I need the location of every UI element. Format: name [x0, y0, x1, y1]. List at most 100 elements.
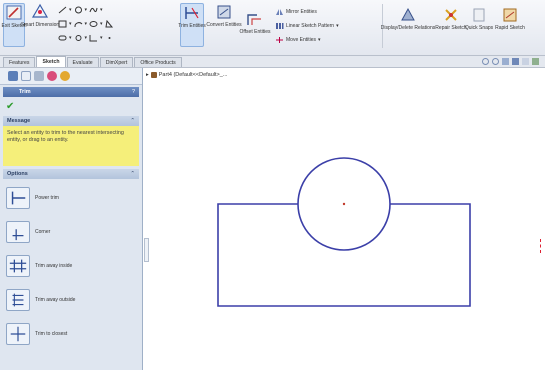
tab-evaluate[interactable]: Evaluate: [66, 57, 99, 67]
sketch-geometry[interactable]: [144, 68, 545, 370]
move-entities-tool[interactable]: Move Entities ▾: [275, 36, 321, 44]
slot-icon: [58, 35, 67, 41]
display-style-icon[interactable]: [532, 58, 539, 65]
mirror-icon: [276, 9, 283, 15]
linear-sketch-pattern-tool[interactable]: Linear Sketch Pattern ▾: [275, 22, 339, 30]
trim-away-inside-label: Trim away inside: [35, 263, 73, 269]
command-manager-tabs: Features Sketch Evaluate DimXpert Office…: [0, 56, 545, 68]
spline-icon: [89, 7, 98, 13]
feature-manager-icon[interactable]: [8, 71, 18, 81]
property-manager-icon[interactable]: [21, 71, 31, 81]
arc-icon: [74, 22, 82, 28]
rectangle-icon: [58, 20, 67, 28]
smart-dimension-icon: [31, 3, 49, 18]
tab-features[interactable]: Features: [3, 57, 36, 67]
zoom-to-fit-icon[interactable]: [482, 58, 489, 65]
option-trim-away-outside[interactable]: Trim away outside: [6, 289, 75, 311]
rapid-sketch-label: Rapid Sketch: [495, 25, 525, 31]
origin-marker: [540, 239, 543, 253]
fillet-icon: [89, 35, 98, 42]
move-icon: [276, 37, 283, 43]
display-delete-relations-label: Display/Delete Relations: [380, 25, 436, 31]
move-entities-label: Move Entities: [286, 37, 317, 43]
option-trim-away-inside[interactable]: Trim away inside: [6, 255, 72, 277]
polygon-icon: [75, 35, 82, 41]
previous-view-icon[interactable]: [502, 58, 509, 65]
repair-sketch-label: Repair Sketch: [435, 25, 467, 31]
rectangle-tool[interactable]: ▾ ▾ ▾: [58, 20, 114, 28]
view-orientation-icon[interactable]: [522, 58, 529, 65]
ellipse-icon: [89, 21, 98, 27]
option-trim-to-closest[interactable]: Trim to closest: [6, 323, 67, 345]
corner-label: Corner: [35, 229, 51, 235]
options-group-header[interactable]: Options ⌃: [3, 169, 139, 179]
message-group-header[interactable]: Message ⌃: [3, 116, 139, 126]
trim-outside-icon: [6, 289, 30, 311]
relations-icon: [401, 7, 415, 21]
zoom-to-area-icon[interactable]: [492, 58, 499, 65]
quick-snaps-icon: [473, 8, 485, 22]
command-manager-ribbon: Exit Sketch Smart Dimension ▾ ▾ ▾ ▾ ▾ ▾ ▾ ▾ ▾ …: [0, 0, 545, 56]
offset-entities-button[interactable]: Offset Entities: [239, 10, 271, 48]
message-header-label: Message: [7, 118, 31, 124]
trim-inside-icon: [6, 255, 30, 277]
heads-up-view-toolbar: [482, 58, 539, 65]
smart-dimension-button[interactable]: Smart Dimension: [21, 3, 59, 47]
point-icon: [108, 37, 111, 39]
section-view-icon[interactable]: [512, 58, 519, 65]
corner-trim-icon: [6, 221, 30, 243]
property-manager-title-bar: Trim ?: [3, 87, 139, 97]
quick-snaps-label: Quick Snaps: [464, 25, 494, 31]
dimxpert-manager-icon[interactable]: [47, 71, 57, 81]
chevron-up-icon: ⌃: [130, 171, 135, 177]
text-tool-icon: [104, 20, 113, 28]
option-power-trim[interactable]: Power trim: [6, 187, 59, 209]
power-trim-icon: [6, 187, 30, 209]
graphics-area[interactable]: ▸ Part4 (Default<<Default>_...: [144, 68, 545, 370]
smart-dimension-label: Smart Dimension: [20, 22, 60, 28]
quick-snaps-button[interactable]: Quick Snaps: [464, 6, 494, 48]
options-group: Power trim Corner Trim away inside Trim …: [3, 179, 139, 355]
ok-check-icon[interactable]: ✔: [6, 101, 14, 112]
configuration-manager-icon[interactable]: [34, 71, 44, 81]
linear-pattern-icon: [276, 23, 284, 29]
tab-sketch[interactable]: Sketch: [36, 56, 66, 67]
rectangle-profile[interactable]: [217, 203, 471, 307]
page-title: Trim: [19, 89, 31, 95]
line-icon: [58, 6, 67, 14]
repair-sketch-icon: [445, 9, 457, 21]
trim-closest-icon: [6, 323, 30, 345]
options-header-label: Options: [7, 171, 28, 177]
property-manager-panel: Trim ? ✔ Message ⌃ Select an entity to t…: [0, 68, 143, 370]
convert-entities-button[interactable]: Convert Entities: [206, 3, 242, 47]
manager-tabs: [0, 68, 142, 85]
display-manager-icon[interactable]: [60, 71, 70, 81]
display-delete-relations-button[interactable]: Display/Delete Relations: [381, 6, 435, 48]
slot-tool[interactable]: ▾ ▾ ▾: [58, 34, 114, 42]
trim-entities-label: Trim Entities: [178, 23, 206, 29]
exit-sketch-icon: [6, 5, 22, 20]
trim-to-closest-label: Trim to closest: [35, 331, 68, 337]
rapid-sketch-button[interactable]: Rapid Sketch: [495, 6, 525, 48]
help-icon[interactable]: ?: [132, 87, 135, 97]
trim-entities-icon: [185, 7, 199, 19]
tab-dimxpert[interactable]: DimXpert: [99, 57, 134, 67]
convert-entities-icon: [217, 5, 231, 19]
tab-office-products[interactable]: Office Products: [134, 57, 182, 67]
trim-away-outside-label: Trim away outside: [35, 297, 76, 303]
confirm-row: ✔: [0, 99, 142, 113]
linear-sketch-pattern-label: Linear Sketch Pattern: [286, 23, 335, 29]
circle-icon: [74, 6, 82, 14]
convert-entities-label: Convert Entities: [206, 22, 242, 28]
mirror-entities-label: Mirror Entities: [286, 9, 317, 15]
line-tool[interactable]: ▾ ▾ ▾: [58, 6, 103, 14]
offset-entities-icon: [247, 14, 261, 25]
mirror-entities-tool[interactable]: Mirror Entities: [275, 8, 317, 16]
circle-center-point[interactable]: [342, 202, 346, 206]
power-trim-label: Power trim: [35, 195, 59, 201]
trim-entities-button[interactable]: Trim Entities: [178, 3, 206, 47]
repair-sketch-button[interactable]: Repair Sketch: [435, 6, 467, 48]
offset-entities-label: Offset Entities: [239, 29, 271, 35]
option-corner[interactable]: Corner: [6, 221, 50, 243]
message-box: Select an entity to trim to the nearest …: [3, 126, 139, 166]
